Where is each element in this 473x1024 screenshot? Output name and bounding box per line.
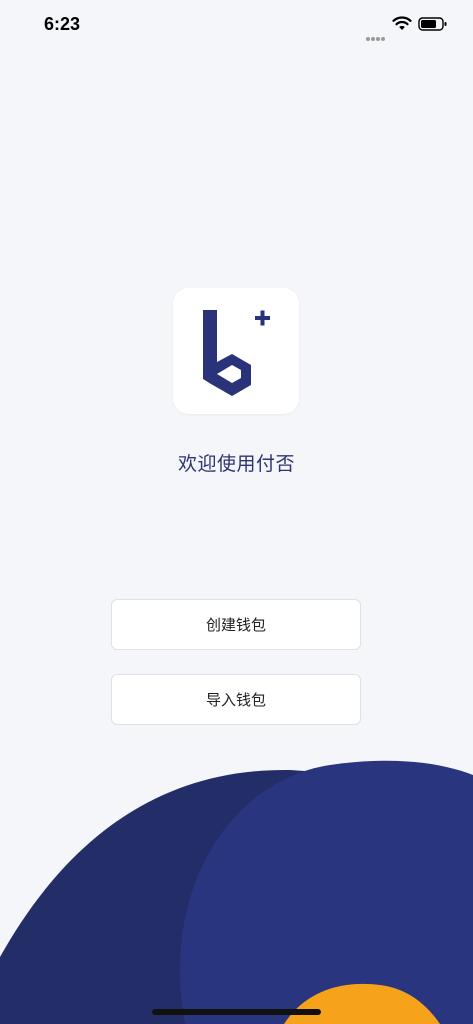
welcome-title: 欢迎使用付否 xyxy=(177,453,295,475)
b-plus-logo-icon xyxy=(203,310,270,396)
import-wallet-label: 导入钱包 xyxy=(205,691,266,709)
battery-icon xyxy=(418,17,447,31)
create-wallet-label: 创建钱包 xyxy=(205,616,266,634)
status-time: 6:23 xyxy=(44,14,81,34)
import-wallet-button[interactable]: 导入钱包 xyxy=(111,674,361,725)
status-bar: 6:23 xyxy=(0,0,473,50)
app-logo xyxy=(173,288,299,414)
create-wallet-button[interactable]: 创建钱包 xyxy=(111,599,361,650)
signal-dots-icon xyxy=(366,26,388,41)
decorative-waves xyxy=(0,760,473,1024)
home-indicator xyxy=(152,1009,321,1015)
wifi-icon xyxy=(392,16,412,30)
